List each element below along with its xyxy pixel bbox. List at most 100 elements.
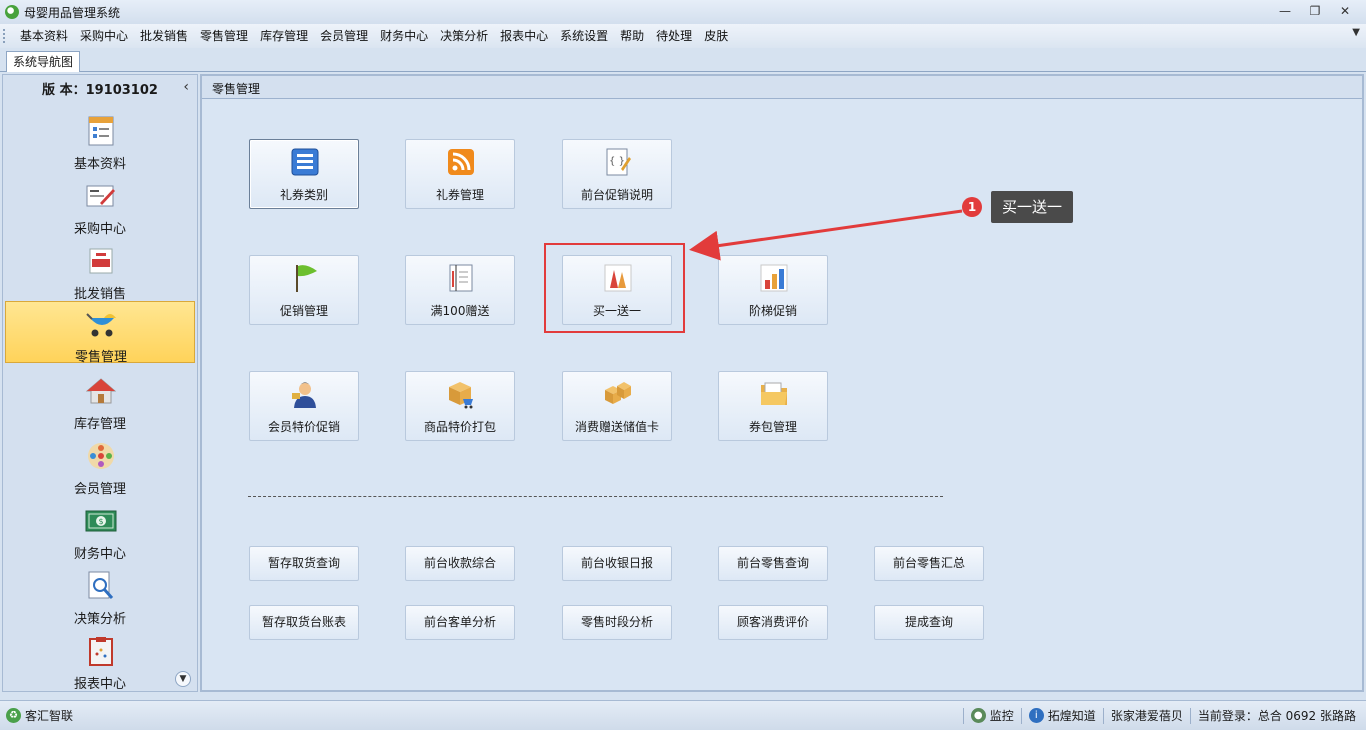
- button-label: 前台促销说明: [580, 188, 653, 202]
- menu-bar: 基本资料 采购中心 批发销售 零售管理 库存管理 会员管理 财务中心 决策分析 …: [0, 24, 1366, 48]
- sidebar-item-basic-info[interactable]: 基本资料: [5, 109, 195, 172]
- menu-skin[interactable]: 皮肤: [698, 26, 734, 46]
- ledger-icon: [445, 262, 477, 294]
- sidebar-item-label: 基本资料: [73, 157, 126, 172]
- menu-grip: [3, 29, 9, 43]
- retail-time-analysis-button[interactable]: 零售时段分析: [562, 605, 672, 640]
- svg-text:$: $: [98, 517, 103, 526]
- tab-navigation-map[interactable]: 系统导航图: [6, 51, 81, 72]
- button-label: 礼券管理: [435, 188, 484, 202]
- bar-chart-icon: [758, 262, 790, 294]
- info-icon: i: [1028, 708, 1044, 723]
- menu-settings[interactable]: 系统设置: [554, 26, 614, 46]
- member-person-icon: [289, 378, 321, 410]
- sale-tag-icon: [85, 245, 117, 277]
- frontend-retail-summary-button[interactable]: 前台零售汇总: [874, 546, 984, 581]
- button-label: 消费赠送储值卡: [574, 420, 659, 434]
- status-separator: [1189, 707, 1191, 724]
- menu-pending[interactable]: 待处理: [650, 26, 698, 46]
- folder-icon: [758, 378, 790, 410]
- purchase-order-icon: [85, 180, 117, 212]
- tiered-promotion-button[interactable]: 阶梯促销: [718, 255, 828, 325]
- button-label: 阶梯促销: [748, 304, 797, 318]
- code-doc-icon: { }: [602, 146, 634, 178]
- button-label: 礼券类别: [279, 188, 328, 202]
- collapse-sidebar-icon[interactable]: ‹: [183, 79, 189, 95]
- rss-icon: [445, 146, 477, 178]
- sidebar-item-wholesale[interactable]: 批发销售: [5, 239, 195, 302]
- button-label: 满100赠送: [430, 304, 490, 318]
- button-label: 会员特价促销: [267, 420, 340, 434]
- status-separator: [1020, 707, 1022, 724]
- status-separator: [1102, 707, 1104, 724]
- list-icon: [289, 146, 321, 178]
- app-logo-icon: [5, 5, 19, 19]
- frontend-cashier-daily-button[interactable]: 前台收银日报: [562, 546, 672, 581]
- window-controls: — ❐ ✕: [1270, 2, 1360, 20]
- panel-title: 零售管理: [212, 82, 261, 96]
- members-icon: [85, 440, 117, 472]
- minimize-button[interactable]: —: [1270, 2, 1300, 20]
- restore-button[interactable]: ❐: [1300, 2, 1330, 20]
- gift-voucher-category-button[interactable]: 礼券类别: [249, 139, 359, 209]
- menu-purchase[interactable]: 采购中心: [74, 26, 134, 46]
- company-name: 客汇智联: [25, 709, 74, 723]
- frontend-customer-analysis-button[interactable]: 前台客单分析: [405, 605, 515, 640]
- product-special-bundle-button[interactable]: 商品特价打包: [405, 371, 515, 441]
- title-bar: 母婴用品管理系统 — ❐ ✕: [0, 0, 1366, 24]
- frontend-promo-notes-button[interactable]: { } 前台促销说明: [562, 139, 672, 209]
- sidebar-item-inventory[interactable]: 库存管理: [5, 369, 195, 432]
- sidebar-item-purchase[interactable]: 采购中心: [5, 174, 195, 237]
- sidebar-item-label: 财务中心: [73, 547, 126, 562]
- help-link[interactable]: 拓煌知道: [1048, 707, 1096, 724]
- company-logo-icon: ♻: [6, 708, 21, 723]
- menu-finance[interactable]: 财务中心: [374, 26, 434, 46]
- sidebar-item-reports[interactable]: 报表中心: [5, 629, 195, 692]
- menu-retail[interactable]: 零售管理: [194, 26, 254, 46]
- sidebar-item-label: 零售管理: [74, 350, 127, 365]
- sidebar-item-label: 采购中心: [73, 222, 126, 237]
- sidebar-item-label: 决策分析: [73, 612, 126, 627]
- highlight-box: [544, 243, 685, 333]
- close-button[interactable]: ✕: [1330, 2, 1360, 20]
- frontend-retail-query-button[interactable]: 前台零售查询: [718, 546, 828, 581]
- gift-voucher-management-button[interactable]: 礼券管理: [405, 139, 515, 209]
- member-special-price-button[interactable]: 会员特价促销: [249, 371, 359, 441]
- spend-100-gift-button[interactable]: 满100赠送: [405, 255, 515, 325]
- annotation-callout: 买一送一: [991, 191, 1073, 223]
- menu-help[interactable]: 帮助: [614, 26, 650, 46]
- analysis-icon: [85, 570, 117, 602]
- sidebar-item-label: 会员管理: [73, 482, 126, 497]
- boxes-icon: [602, 378, 634, 410]
- monitor-icon: ●: [970, 708, 986, 723]
- menu-wholesale[interactable]: 批发销售: [134, 26, 194, 46]
- button-label: 商品特价打包: [423, 420, 496, 434]
- version-label: 版 本：19103102: [42, 83, 158, 98]
- temp-pickup-ledger-button[interactable]: 暂存取货台账表: [249, 605, 359, 640]
- menu-basic-info[interactable]: 基本资料: [14, 26, 74, 46]
- spend-gift-stored-card-button[interactable]: 消费赠送储值卡: [562, 371, 672, 441]
- button-label: 券包管理: [748, 420, 797, 434]
- voucher-pack-management-button[interactable]: 券包管理: [718, 371, 828, 441]
- menu-analysis[interactable]: 决策分析: [434, 26, 494, 46]
- sidebar-item-finance[interactable]: $ 财务中心: [5, 499, 195, 562]
- menu-overflow-icon[interactable]: ▼: [1352, 27, 1360, 38]
- temp-pickup-query-button[interactable]: 暂存取货查询: [249, 546, 359, 581]
- stroller-icon: [86, 308, 118, 340]
- sidebar-item-retail[interactable]: 零售管理: [5, 301, 195, 365]
- sidebar-item-members[interactable]: 会员管理: [5, 434, 195, 497]
- menu-inventory[interactable]: 库存管理: [254, 26, 314, 46]
- scroll-down-icon[interactable]: ▼: [175, 671, 191, 687]
- frontend-payment-summary-button[interactable]: 前台收款综合: [405, 546, 515, 581]
- status-bar: ♻ 客汇智联 ● 监控 i 拓煌知道 张家港爱蓓贝 当前登录：总合 0692 张…: [0, 700, 1366, 730]
- menu-reports[interactable]: 报表中心: [494, 26, 554, 46]
- button-label: 促销管理: [279, 304, 328, 318]
- login-info: 当前登录：总合 0692 张路路: [1197, 709, 1356, 723]
- promotion-management-button[interactable]: 促销管理: [249, 255, 359, 325]
- customer-rating-button[interactable]: 顾客消费评价: [718, 605, 828, 640]
- commission-query-button[interactable]: 提成查询: [874, 605, 984, 640]
- menu-members[interactable]: 会员管理: [314, 26, 374, 46]
- monitor-link[interactable]: 监控: [990, 707, 1014, 724]
- sidebar-item-analysis[interactable]: 决策分析: [5, 564, 195, 627]
- section-divider: [248, 496, 943, 497]
